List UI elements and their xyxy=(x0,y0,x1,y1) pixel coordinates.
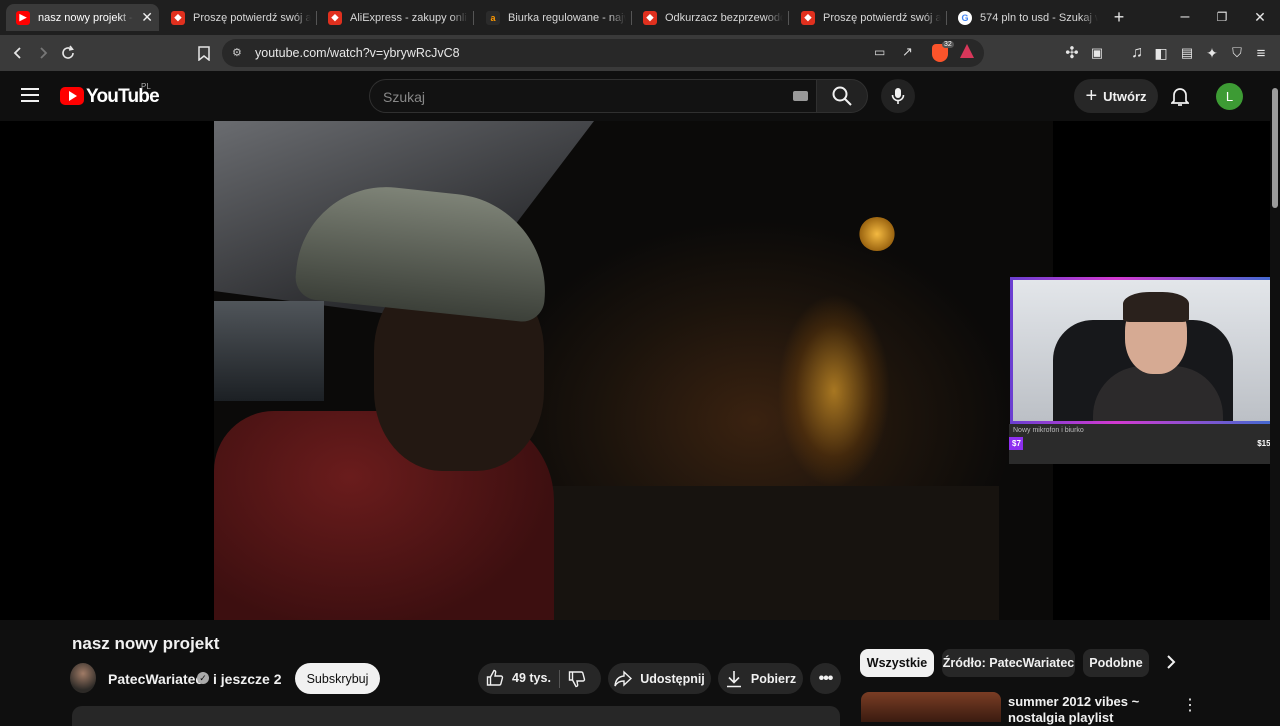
search-placeholder: Szukaj xyxy=(383,89,426,105)
video-frame xyxy=(214,121,1053,620)
share-page-icon[interactable]: ↗ xyxy=(902,44,913,60)
chip-all[interactable]: Wszystkie xyxy=(860,649,934,677)
like-dislike-group: 49 tys. xyxy=(478,663,601,694)
reload-icon[interactable] xyxy=(58,43,78,63)
tab-separator xyxy=(473,11,474,25)
share-icon xyxy=(614,669,633,687)
tab-confirm-address-1[interactable]: ◆ Proszę potwierdź swój adres xyxy=(171,4,311,31)
wallet-icon[interactable]: ▤ xyxy=(1177,43,1197,63)
media-icon[interactable]: ♫ xyxy=(1127,43,1147,63)
verified-badge-icon: ✓ xyxy=(197,672,209,684)
account-avatar[interactable]: L xyxy=(1216,83,1243,110)
create-button[interactable]: + Utwórz xyxy=(1074,79,1158,113)
webcam-hair xyxy=(1123,292,1189,322)
video-scene-window xyxy=(214,301,324,401)
amazon-icon: a xyxy=(486,10,500,25)
close-tab-icon[interactable]: ✕ xyxy=(141,9,153,26)
recommendation-thumbnail[interactable] xyxy=(861,692,1001,722)
shield-red-icon: ◆ xyxy=(643,10,657,25)
keyboard-icon[interactable] xyxy=(793,91,808,101)
page-scrollbar-thumb[interactable] xyxy=(1272,88,1278,208)
notifications-bell-icon[interactable] xyxy=(1169,86,1191,112)
back-icon[interactable] xyxy=(8,43,28,63)
vpn-icon[interactable]: ⛉ xyxy=(1227,43,1247,63)
streamer-webcam-overlay xyxy=(1010,277,1275,424)
share-button[interactable]: Udostępnij xyxy=(608,663,711,694)
shields-count-badge: 32 xyxy=(942,41,954,48)
extensions-icon[interactable]: ✣ xyxy=(1062,43,1082,63)
shield-red-icon: ◆ xyxy=(801,10,815,25)
recommendation-title[interactable]: summer 2012 vibes ~ nostalgia playlist xyxy=(1008,694,1178,726)
video-scene-bar-counter xyxy=(549,486,999,620)
plus-icon: + xyxy=(1085,85,1098,107)
youtube-header: YouTube PL Szukaj + Utwórz L xyxy=(0,71,1270,121)
restore-icon[interactable]: ❐ xyxy=(1212,7,1232,27)
leo-ai-icon[interactable]: ✦ xyxy=(1202,43,1222,63)
youtube-icon: ▶ xyxy=(16,10,30,25)
address-bar[interactable]: ⚙ youtube.com/watch?v=ybrywRcJvC8 ▭ ↗ 32 xyxy=(222,39,984,67)
close-window-icon[interactable]: ✕ xyxy=(1250,7,1270,27)
tab-aliexpress[interactable]: ◆ AliExpress - zakupy online xyxy=(328,4,468,31)
microphone-icon xyxy=(891,88,905,104)
subscribe-button[interactable]: Subskrybuj xyxy=(295,663,380,694)
site-settings-icon[interactable]: ⚙ xyxy=(232,46,242,59)
like-divider xyxy=(559,670,560,688)
collaborators-link[interactable]: i jeszcze 2 xyxy=(213,671,282,687)
search-button[interactable] xyxy=(816,79,868,113)
more-vertical-icon[interactable]: ⋮ xyxy=(1182,695,1198,715)
tab-separator xyxy=(631,11,632,25)
dislike-button[interactable] xyxy=(568,670,586,691)
chip-similar[interactable]: Podobne xyxy=(1083,649,1149,677)
search-icon xyxy=(832,86,852,106)
tab-odkurzacz[interactable]: ◆ Odkurzacz bezprzewodowy xyxy=(643,4,783,31)
tab-biurka[interactable]: a Biurka regulowane - najwię xyxy=(486,4,626,31)
chip-source-channel[interactable]: Źródło: PatecWariatec xyxy=(942,649,1075,677)
new-tab-icon[interactable]: + xyxy=(1109,7,1129,27)
shield-red-icon: ◆ xyxy=(171,10,185,25)
youtube-logo-icon[interactable] xyxy=(60,87,84,105)
video-title: nasz nowy projekt xyxy=(72,634,220,653)
bookmark-icon[interactable] xyxy=(194,43,214,63)
more-actions-button[interactable]: ••• xyxy=(810,663,841,694)
goal-current: $7 xyxy=(1012,439,1021,448)
more-horizontal-icon: ••• xyxy=(818,669,834,687)
browser-toolbar: ⚙ youtube.com/watch?v=ybrywRcJvC8 ▭ ↗ 32… xyxy=(0,35,1280,71)
tab-separator xyxy=(946,11,947,25)
tab-separator xyxy=(316,11,317,25)
tab-confirm-address-2[interactable]: ◆ Proszę potwierdź swój adres xyxy=(801,4,941,31)
like-button[interactable]: 49 tys. xyxy=(486,669,551,687)
channel-name[interactable]: PatecWariatec xyxy=(108,671,203,687)
goal-label: Nowy mikrofon i biurko xyxy=(1013,427,1084,434)
menu-icon[interactable]: ≡ xyxy=(1251,43,1271,63)
sidebar-icon[interactable]: ◧ xyxy=(1151,43,1171,63)
region-code: PL xyxy=(141,82,151,91)
download-icon xyxy=(726,670,741,687)
forward-icon[interactable] xyxy=(33,43,53,63)
screenshot-icon[interactable]: ▣ xyxy=(1087,43,1107,63)
thumbs-up-icon xyxy=(486,669,504,686)
download-button[interactable]: Pobierz xyxy=(718,663,803,694)
video-scene-lamp xyxy=(859,217,895,251)
channel-avatar[interactable] xyxy=(70,663,96,693)
browser-tab-strip: ▶ nasz nowy projekt - YouTube ✕ ◆ Proszę… xyxy=(0,0,1280,35)
shield-red-icon: ◆ xyxy=(328,10,342,25)
cast-icon[interactable]: ▭ xyxy=(874,45,885,59)
minimize-icon[interactable]: – xyxy=(1175,7,1195,27)
search-input[interactable]: Szukaj xyxy=(369,79,816,113)
chips-next-icon[interactable] xyxy=(1166,655,1176,674)
webcam-feed xyxy=(1013,280,1272,421)
voice-search-button[interactable] xyxy=(881,79,915,113)
donation-goal-widget: Nowy mikrofon i biurko $7 $150 xyxy=(1009,424,1277,464)
google-icon: G xyxy=(958,10,972,25)
brave-rewards-icon[interactable] xyxy=(960,44,974,58)
guide-menu-icon[interactable] xyxy=(21,87,39,108)
tab-youtube[interactable]: ▶ nasz nowy projekt - YouTube ✕ xyxy=(6,4,159,31)
description-box[interactable] xyxy=(72,706,840,726)
tab-google-search[interactable]: G 574 pln to usd - Szukaj w G xyxy=(958,4,1098,31)
thumbs-down-icon xyxy=(568,671,586,688)
url-text: youtube.com/watch?v=ybrywRcJvC8 xyxy=(255,46,460,60)
tab-separator xyxy=(788,11,789,25)
